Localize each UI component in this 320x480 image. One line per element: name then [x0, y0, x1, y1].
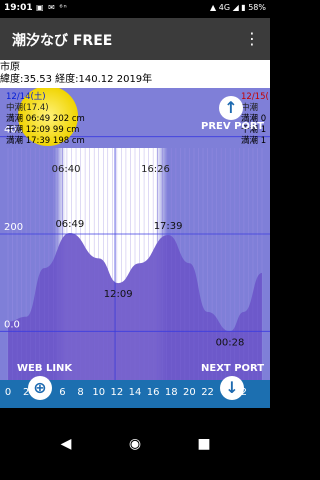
left-row-2-level: 99 cm: [52, 125, 80, 135]
tide-time-label: 12:09: [104, 289, 133, 300]
tide-chart[interactable]: 400 200 0.0 06:40 16:26 06:49 12:09 17:39 00:28 …: [0, 88, 270, 380]
x-tick-label: 0: [4, 387, 12, 398]
sunset-label: 16:26: [141, 164, 170, 175]
left-row-1: 満潮 06:49 202 cm: [6, 114, 85, 125]
back-icon[interactable]: ◀: [54, 434, 78, 454]
left-row-2: 干潮 12:09 99 cm: [6, 125, 85, 136]
right-row-3-partial: 1: [260, 136, 267, 146]
x-tick-label: 8: [77, 387, 84, 398]
tide-time-label: 00:28: [216, 337, 245, 348]
left-row-3-label: 満潮: [6, 136, 24, 146]
y-tick-label: 200: [4, 222, 23, 233]
right-row-3-label: 満潮: [241, 136, 259, 146]
status-bar: 19:01 ▣ ✉ ⁶ⁿ ▲ 4G ◢ ▮ 58%: [0, 0, 270, 18]
tide-time-label: 17:39: [154, 221, 183, 232]
right-tide-panel: 12/15(日) 中潮 満潮 0 干潮 1 満潮 1: [241, 92, 270, 147]
left-row-1-level: 202 cm: [52, 114, 85, 124]
web-link-label[interactable]: WEB LINK: [17, 363, 72, 374]
notification-icons: ▣ ✉ ⁶ⁿ: [36, 3, 68, 12]
location-header: 市原 緯度:35.53 経度:140.12 2019年: [0, 60, 270, 88]
left-row-2-label: 干潮: [6, 125, 24, 135]
clock: 19:01: [4, 3, 33, 13]
left-row-3-time: 17:39: [25, 136, 51, 146]
tide-time-label: 06:49: [55, 219, 84, 230]
x-tick-label: 6: [59, 387, 66, 398]
x-tick-label: 22: [201, 387, 214, 398]
x-tick-label: 16: [146, 387, 160, 398]
left-date: 12/14(土): [6, 92, 46, 102]
app-title: 潮汐なび FREE: [12, 33, 113, 49]
left-row-2-time: 12:09: [25, 125, 51, 135]
x-tick-label: 20: [183, 387, 196, 398]
x-tick-label: 14: [128, 387, 142, 398]
left-row-1-label: 満潮: [6, 114, 24, 124]
y-tick-label: 0.0: [4, 319, 20, 330]
x-tick-label: 12: [110, 387, 124, 398]
next-port-label[interactable]: NEXT PORT: [201, 363, 264, 374]
more-vert-icon[interactable]: ⋮: [244, 29, 260, 49]
left-tide-panel: 12/14(土) 中潮(17.4) 満潮 06:49 202 cm 干潮 12:…: [6, 92, 85, 147]
location-coords: 緯度:35.53 経度:140.12 2019年: [0, 74, 153, 85]
recents-icon[interactable]: ■: [192, 434, 216, 454]
right-moon: 中潮: [241, 103, 259, 113]
left-row-1-time: 06:49: [25, 114, 51, 124]
sunrise-label: 06:40: [52, 164, 81, 175]
x-tick-label: 10: [92, 387, 106, 398]
left-row-3-level: 198 cm: [52, 136, 85, 146]
right-date: 12/15(日): [241, 92, 270, 102]
next-port-icon[interactable]: ↓: [220, 376, 244, 400]
right-row-3: 満潮 1: [241, 136, 270, 147]
left-moon: 中潮(17.4): [6, 103, 49, 113]
x-tick-label: 18: [164, 387, 178, 398]
home-icon[interactable]: ◉: [123, 434, 147, 454]
system-nav-bar: ◀ ◉ ■: [0, 408, 270, 480]
app-bar: 潮汐なび FREE ⋮: [0, 18, 270, 60]
location-name: 市原: [0, 62, 20, 73]
web-link-icon[interactable]: ⊕: [28, 376, 52, 400]
prev-port-icon[interactable]: ↑: [219, 96, 243, 120]
left-row-3: 満潮 17:39 198 cm: [6, 136, 85, 147]
system-icons: ▲ 4G ◢ ▮ 58%: [210, 3, 266, 12]
prev-port-label[interactable]: PREV PORT: [201, 121, 264, 132]
